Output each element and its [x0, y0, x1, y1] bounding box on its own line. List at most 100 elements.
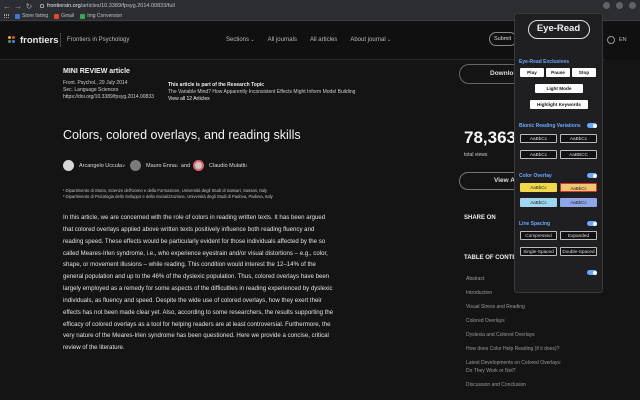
overlay-blue[interactable]: AaBbCc [520, 198, 557, 207]
bionic-option-1[interactable]: AaBbCc [520, 134, 557, 143]
bionic-toggle[interactable] [587, 123, 597, 128]
bookmark-icon [15, 13, 20, 19]
address-bar[interactable]: frontiersin.org/articles/10.3389/fpsyg.2… [40, 2, 175, 10]
url-path: /articles/10.3389/fpsyg.2014.00833/full [80, 3, 175, 9]
toc-item[interactable]: Visual Stress and Reading [466, 304, 525, 310]
abstract-line: review of the literature. [63, 344, 125, 352]
nav-sections[interactable]: Sections [226, 37, 255, 43]
topic-intro: This article is part of the Research Top… [168, 82, 265, 88]
abstract-line: shape, or movement illusions – while rea… [63, 261, 316, 269]
overlay-orange[interactable]: AaBbCc [560, 183, 597, 192]
light-mode-button[interactable]: Light Mode [535, 84, 583, 93]
abstract-line: called Meares-Irlen syndrome, i.e., who … [63, 249, 328, 257]
play-button[interactable]: Play [520, 68, 544, 77]
bookmark-img-conversion[interactable]: Img Conversion [80, 13, 122, 19]
overlay-label: Color Overlay [519, 173, 552, 179]
back-icon[interactable]: ← [3, 2, 11, 11]
nav-all-articles[interactable]: All articles [310, 37, 337, 43]
avatar [130, 160, 141, 171]
abstract-line: very nature of the Meares-Irlen syndrome… [63, 332, 329, 340]
extra-toggle[interactable] [587, 270, 597, 275]
overlay-toggle[interactable] [587, 173, 597, 178]
section[interactable]: Sec. Language Sciences [63, 87, 154, 94]
spacing-toggle[interactable] [587, 221, 597, 226]
top-nav: Sections All journals All articles About… [226, 37, 391, 43]
language-selector[interactable]: EN [619, 37, 627, 43]
menu-icon[interactable] [629, 2, 636, 9]
spacing-expanded[interactable]: Expanded [560, 231, 597, 240]
bookmark-label: Store listing [22, 13, 49, 19]
citation: Front. Psychol., 29 July 2014 [63, 80, 128, 86]
spacing-compressed[interactable]: Compressed [520, 231, 557, 240]
research-topic: This article is part of the Research Top… [168, 82, 398, 103]
reload-icon[interactable]: ↻ [25, 2, 33, 11]
pause-button[interactable]: Pause [546, 68, 570, 77]
abstract-line: individuals, as fluency and speed. Despi… [63, 296, 322, 304]
eye-read-popup: Eye-Read Eye-Read Exclusives Play Pause … [514, 13, 603, 293]
abstract: In this article, we are concerned with t… [63, 212, 433, 354]
authors-joiner: and [180, 162, 191, 169]
highlight-keywords-button[interactable]: Highlight Keywords [530, 100, 588, 109]
topic-name[interactable]: The Variable Mind? How Apparently Incons… [168, 89, 398, 96]
author-list: Arcangelo Uccula 1* Mauro Enna 1 and Claudi… [63, 160, 423, 176]
author-name: Claudio Mulatti [209, 162, 246, 169]
affiliations: ¹ Dipartimento di Storia, Scienze dell'U… [63, 188, 423, 200]
toc-item[interactable]: Do They Work or Not? [466, 368, 516, 374]
bookmark-gmail[interactable]: Gmail [54, 13, 74, 19]
overlay-yellow[interactable]: AaBbCc [520, 183, 557, 192]
bookmark-label: Img Conversion [87, 13, 123, 19]
author-name: Arcangelo Uccula [79, 162, 123, 169]
bionic-option-3[interactable]: AaBbCc [520, 150, 557, 159]
affiliation-2: ² Dipartimento di Psicologia dello Svilu… [63, 194, 273, 199]
bionic-label: Bionic Reading Variations [519, 123, 581, 129]
apps-icon[interactable] [4, 13, 9, 19]
journal-name[interactable]: Frontiers in Psychology [67, 37, 129, 43]
toc-item[interactable]: Abstract [466, 276, 484, 282]
views-label: total views [464, 152, 488, 158]
overlay-purple[interactable]: AaBbCc [560, 198, 597, 207]
abstract-line: general population and up to the 46% of … [63, 273, 330, 281]
bionic-option-2[interactable]: AaBbCc [560, 134, 597, 143]
abstract-line: that colored overlays applied above writ… [63, 225, 315, 233]
abstract-line: efficacy of colored overlays as a tool f… [63, 320, 331, 328]
logo-text: frontiers [20, 35, 59, 46]
stop-button[interactable]: Stop [572, 68, 596, 77]
extension-icon[interactable] [603, 2, 610, 9]
toc-item[interactable]: Discussion and Conclusion [466, 382, 526, 388]
gmail-icon [54, 13, 60, 19]
bionic-option-4[interactable]: AaBBCC [560, 150, 597, 159]
toc-item[interactable]: Introduction [466, 290, 492, 296]
nav-about-journal[interactable]: About journal [350, 37, 391, 43]
toc-item[interactable]: Dyslexia and Colored Overlays [466, 332, 535, 338]
submit-button[interactable]: Submit [489, 32, 517, 46]
toc-item[interactable]: Latest Developments on Colored Overlays: [466, 360, 561, 366]
author-1[interactable]: Arcangelo Uccula 1* [63, 160, 125, 171]
author-2[interactable]: Mauro Enna 1 and [130, 160, 190, 171]
frontiers-logo[interactable]: frontiers [8, 35, 59, 46]
frontiers-logo-icon [8, 35, 18, 46]
exclusives-label: Eye-Read Exclusives [519, 59, 570, 65]
eye-read-logo: Eye-Read [527, 19, 590, 39]
spacing-label: Line Spacing [519, 221, 551, 227]
article-title: Colors, colored overlays, and reading sk… [63, 128, 301, 142]
forward-icon[interactable]: → [14, 2, 22, 11]
bookmark-label: Gmail [61, 13, 75, 19]
bookmark-store-listing[interactable]: Store listing [15, 13, 48, 19]
share-heading: SHARE ON [464, 215, 496, 221]
spacing-double[interactable]: Double-Spaced [560, 247, 597, 256]
abstract-line: largely employed as a remedy for some as… [63, 285, 333, 293]
avatar [63, 160, 74, 171]
doi-link[interactable]: https://doi.org/10.3389/fpsyg.2014.00833 [63, 94, 154, 101]
toc-item[interactable]: Colored Overlays [466, 318, 505, 324]
view-all-articles-link[interactable]: View all 12 Articles [168, 96, 398, 103]
help-icon[interactable] [607, 36, 615, 44]
views-count: 78,363 [464, 128, 516, 147]
spacing-single[interactable]: Single-Spaced [520, 247, 557, 256]
profile-icon[interactable] [616, 2, 623, 9]
author-name: Mauro Enna [146, 162, 176, 169]
nav-all-journals[interactable]: All journals [268, 37, 297, 43]
toc-item[interactable]: How does Color Help Reading (if it does)… [466, 346, 559, 352]
author-3[interactable]: Claudio Mulatti 2 [193, 160, 247, 171]
avatar [193, 160, 204, 171]
browser-toolbar: ← → ↻ frontiersin.org/articles/10.3389/f… [0, 0, 640, 12]
